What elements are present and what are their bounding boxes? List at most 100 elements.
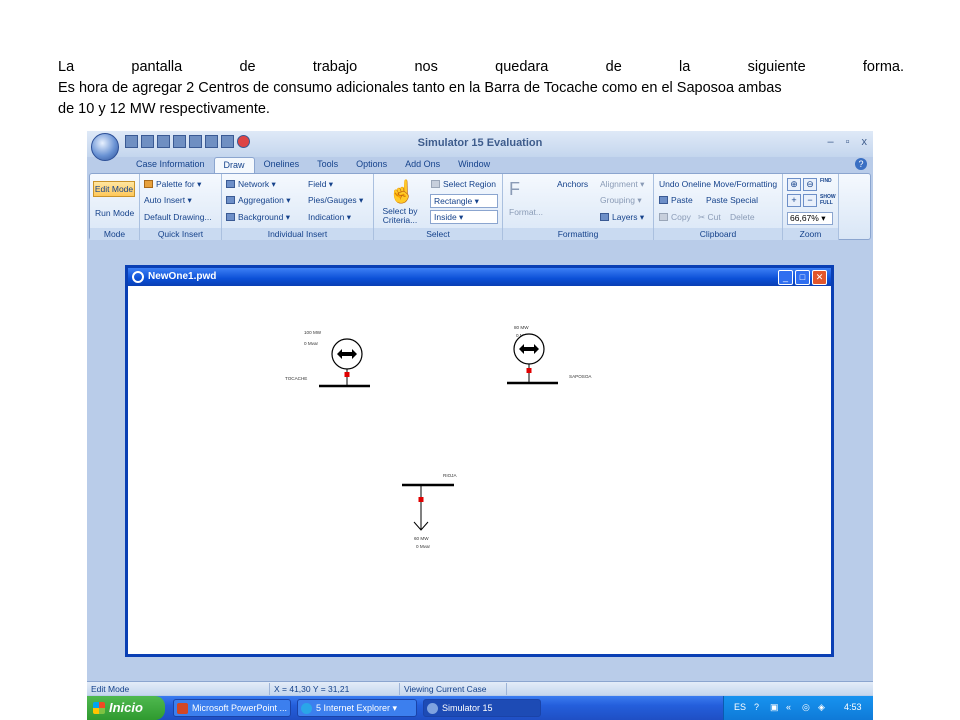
saposoa-breaker[interactable] [526, 368, 532, 373]
undo-button[interactable]: Undo Oneline Move/Formatting [659, 179, 777, 189]
background-button[interactable]: Background ▾ [226, 212, 290, 223]
group-quick-insert: Palette for ▾ Auto Insert ▾ Default Draw… [140, 174, 222, 240]
oneline-document-window: NewOne1.pwd _ □ ✕ 100 MW 0 Mvar TOCACHE … [125, 265, 834, 657]
aggregation-icon [226, 196, 235, 204]
zoom-in-icon[interactable]: + [787, 194, 801, 207]
group-label-select: Select [374, 228, 502, 240]
layers-button[interactable]: Layers ▾ [600, 212, 644, 223]
delete-button[interactable]: Delete [730, 212, 755, 222]
taskbar-internet-explorer[interactable]: 5 Internet Explorer ▾ [297, 699, 417, 717]
antivirus-icon[interactable]: ◈ [818, 702, 825, 713]
app-menu-button[interactable] [91, 133, 119, 161]
simulator-screenshot: Simulator 15 Evaluation – ▫ x Case Infor… [87, 131, 873, 720]
group-label-quick-insert: Quick Insert [140, 228, 221, 240]
restore-button[interactable]: ▫ [846, 136, 850, 148]
paste-button[interactable]: Paste [659, 195, 693, 205]
network-tray-icon[interactable]: ▣ [770, 702, 779, 713]
taskbar: Inicio Microsoft PowerPoint ... 5 Intern… [87, 696, 873, 720]
zoom-out-area-icon[interactable]: ⊖ [803, 178, 817, 191]
slide-line-3: de 10 y 12 MW respectivamente. [58, 101, 270, 117]
rioja-bus-label: RIOJA [443, 473, 457, 478]
simulator-icon [427, 703, 438, 714]
rioja-load-mvar: 0 Mvar [416, 544, 431, 549]
default-drawing-button[interactable]: Default Drawing... [144, 212, 212, 222]
alignment-button[interactable]: Alignment ▾ [600, 179, 644, 190]
volume-icon[interactable]: ◎ [802, 702, 810, 713]
zoom-out-icon[interactable]: − [803, 194, 817, 207]
bus-rioja[interactable]: RIOJA 60 MW 0 Mvar [402, 473, 457, 549]
zoom-level-select[interactable]: 66,67% ▾ [787, 212, 833, 225]
doc-minimize-button[interactable]: _ [778, 270, 793, 285]
tab-add-ons[interactable]: Add Ons [396, 157, 449, 174]
grouping-button[interactable]: Grouping ▾ [600, 195, 642, 206]
group-select: ☝ Select by Criteria... Select Region Re… [374, 174, 503, 240]
tocache-breaker[interactable] [344, 372, 350, 377]
document-title-bar[interactable]: NewOne1.pwd _ □ ✕ [128, 268, 831, 286]
doc-maximize-button[interactable]: □ [795, 270, 810, 285]
window-controls: – ▫ x [827, 136, 867, 148]
expand-tray-icon[interactable]: « [786, 702, 791, 712]
auto-insert-button[interactable]: Auto Insert ▾ [144, 195, 192, 206]
tab-onelines[interactable]: Onelines [255, 157, 309, 174]
title-bar: Simulator 15 Evaluation – ▫ x [87, 131, 873, 161]
rioja-breaker[interactable] [418, 497, 424, 502]
network-button[interactable]: Network ▾ [226, 179, 276, 190]
language-indicator[interactable]: ES [734, 702, 746, 712]
ribbon-tabs: Case Information Draw Onelines Tools Opt… [127, 157, 499, 174]
tab-draw[interactable]: Draw [213, 157, 255, 174]
pies-gauges-button[interactable]: Pies/Gauges ▾ [308, 195, 363, 206]
rioja-load-mw: 60 MW [414, 536, 429, 541]
tab-tools[interactable]: Tools [308, 157, 347, 174]
minimize-button[interactable]: – [827, 136, 833, 148]
help-tray-icon[interactable]: ? [754, 702, 759, 712]
format-icon: F [509, 179, 520, 199]
field-button[interactable]: Field ▾ [308, 179, 333, 190]
show-full-button[interactable]: SHOW FULL [820, 194, 836, 206]
ribbon: Edit Mode Run Mode Mode Palette for ▾ Au… [89, 173, 871, 240]
slide-line-2: Es hora de agregar 2 Centros de consumo … [58, 80, 782, 96]
status-bar: Edit Mode X = 41,30 Y = 31,21 Viewing Cu… [87, 681, 873, 695]
cut-button[interactable]: ✂ Cut [698, 212, 721, 223]
find-button[interactable]: FIND [820, 178, 832, 184]
select-region-icon [431, 180, 440, 188]
tab-case-information[interactable]: Case Information [127, 157, 214, 174]
edit-mode-button[interactable]: Edit Mode [93, 181, 135, 197]
indication-button[interactable]: Indication ▾ [308, 212, 351, 223]
aggregation-button[interactable]: Aggregation ▾ [226, 195, 290, 206]
copy-button[interactable]: Copy [659, 212, 691, 222]
inside-select[interactable]: Inside ▾ [430, 210, 498, 224]
internet-explorer-icon [301, 703, 312, 714]
bus-saposoa[interactable]: 80 MW 0 Mvar SAPOSOA [507, 325, 592, 385]
help-icon[interactable]: ? [855, 158, 867, 170]
group-zoom: ⊕ ⊖ FIND + − SHOW FULL 66,67% ▾ Zoom [783, 174, 839, 240]
shape-select[interactable]: Rectangle ▾ [430, 194, 498, 208]
paste-icon [659, 196, 668, 204]
paste-special-button[interactable]: Paste Special [706, 195, 758, 205]
select-region-button[interactable]: Select Region [431, 179, 496, 189]
group-label-clipboard: Clipboard [654, 228, 782, 240]
taskbar-powerpoint[interactable]: Microsoft PowerPoint ... [173, 699, 291, 717]
doc-close-button[interactable]: ✕ [812, 270, 827, 285]
saposoa-bus-label: SAPOSOA [569, 374, 592, 379]
oneline-canvas[interactable]: 100 MW 0 Mvar TOCACHE 80 MW 0 Mvar SAPOS… [128, 286, 831, 654]
bus-tocache[interactable]: 100 MW 0 Mvar TOCACHE [285, 330, 370, 388]
windows-logo-icon [93, 702, 105, 714]
status-view: Viewing Current Case [400, 683, 507, 695]
anchors-button[interactable]: Anchors [557, 179, 588, 189]
format-button[interactable]: Format... [509, 207, 543, 217]
zoom-in-area-icon[interactable]: ⊕ [787, 178, 801, 191]
powerpoint-icon [177, 703, 188, 714]
document-title: NewOne1.pwd [148, 271, 217, 282]
run-mode-button[interactable]: Run Mode [95, 208, 134, 218]
group-formatting: F Format... Anchors Alignment ▾ Grouping… [503, 174, 654, 240]
start-button[interactable]: Inicio [87, 696, 165, 720]
group-label-zoom: Zoom [783, 228, 838, 240]
palette-for-button[interactable]: Palette for ▾ [144, 179, 201, 190]
tocache-gen-mw: 100 MW [304, 330, 322, 335]
select-by-criteria-button[interactable]: Select by Criteria... [380, 207, 420, 225]
tab-options[interactable]: Options [347, 157, 396, 174]
tab-window[interactable]: Window [449, 157, 499, 174]
background-icon [226, 213, 235, 221]
close-button[interactable]: x [862, 136, 868, 148]
taskbar-simulator[interactable]: Simulator 15 [423, 699, 541, 717]
